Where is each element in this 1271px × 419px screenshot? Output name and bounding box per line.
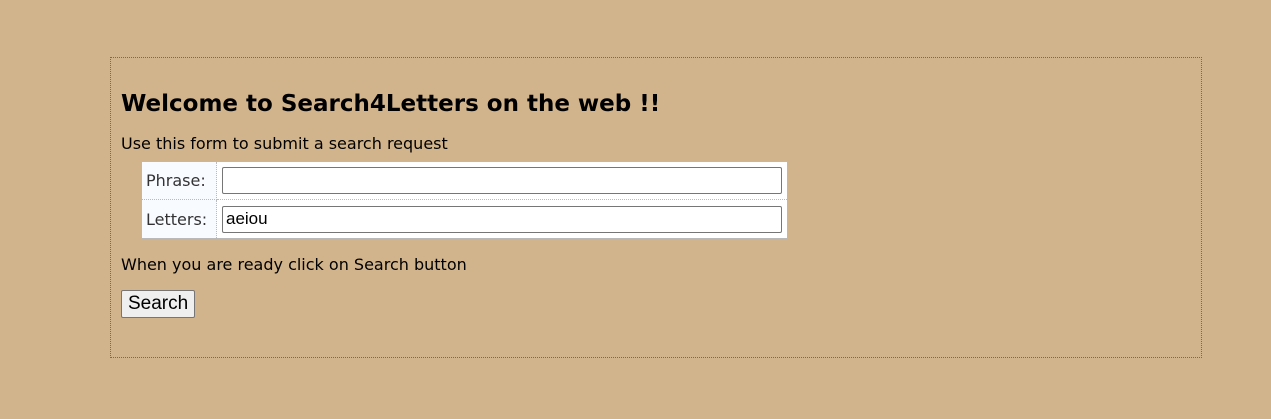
content-wrapper: Welcome to Search4Letters on the web !! … (110, 57, 1202, 358)
ready-instruction: When you are ready click on Search butto… (121, 255, 467, 274)
intro-text: Use this form to submit a search request (121, 134, 448, 153)
search-form-table: Phrase: Letters: (141, 161, 788, 239)
letters-row: Letters: (142, 200, 787, 238)
phrase-input[interactable] (222, 167, 782, 194)
search-button[interactable]: Search (121, 290, 196, 318)
letters-label: Letters: (142, 200, 217, 238)
letters-input[interactable] (222, 205, 782, 233)
letters-cell (217, 200, 787, 238)
phrase-row: Phrase: (142, 162, 787, 200)
page-title: Welcome to Search4Letters on the web !! (121, 91, 661, 117)
phrase-cell (217, 162, 787, 200)
phrase-label: Phrase: (142, 162, 217, 200)
